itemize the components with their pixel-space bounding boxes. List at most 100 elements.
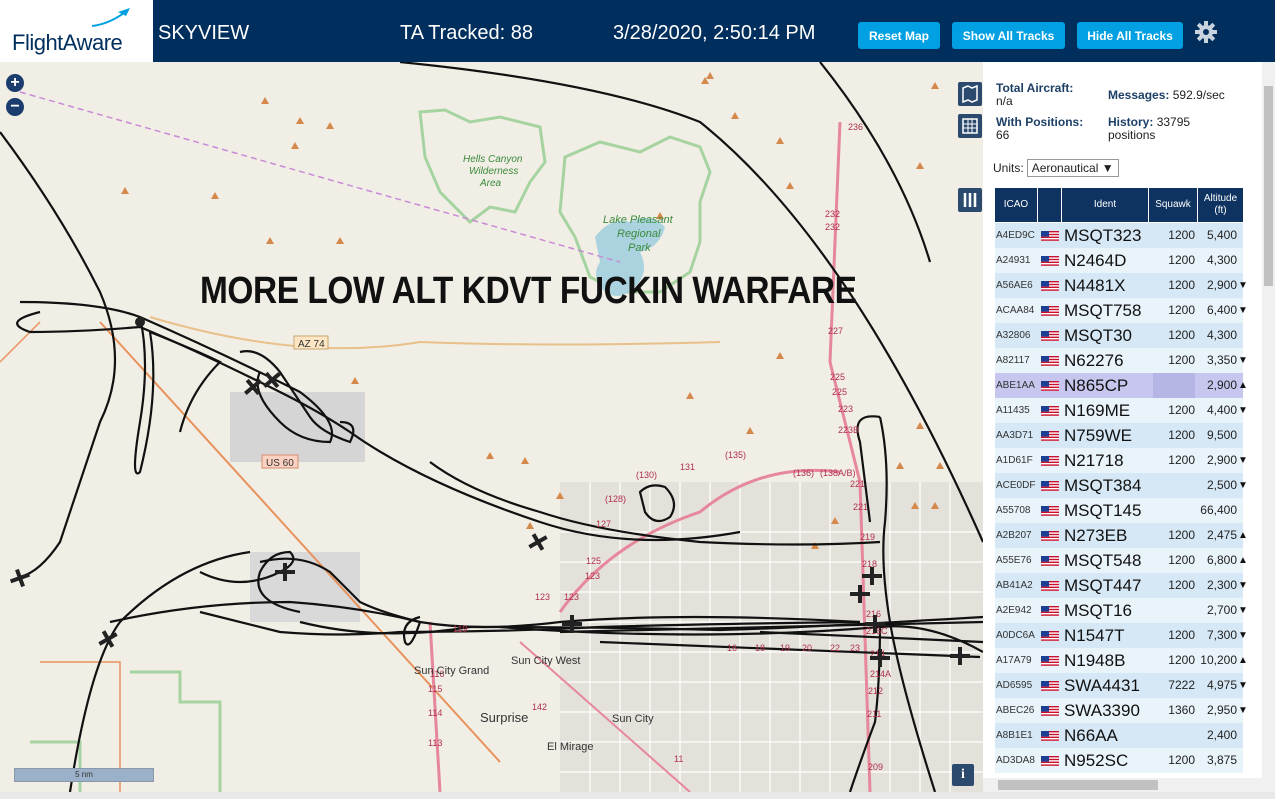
table-row[interactable]: A2E942 MSQT16 2,700 ▼	[995, 598, 1248, 624]
table-row[interactable]: ABEC26 SWA3390 1360 2,950 ▼	[995, 698, 1248, 724]
us-flag-icon	[1041, 231, 1059, 241]
svg-text:115: 115	[428, 684, 442, 694]
svg-text:Regional: Regional	[617, 228, 661, 240]
flightaware-logo[interactable]: FlightAware	[0, 0, 153, 62]
svg-text:131: 131	[680, 462, 695, 472]
altitude-cell: 4,400	[1206, 403, 1237, 417]
svg-text:18: 18	[755, 643, 765, 653]
col-altitude[interactable]: Altitude (ft)	[1198, 188, 1244, 222]
table-row[interactable]: AA3D71 N759WE 1200 9,500	[995, 423, 1243, 449]
svg-text:123: 123	[535, 592, 550, 602]
units-select[interactable]: Aeronautical ▼	[1026, 159, 1119, 177]
table-row[interactable]: A0DC6A N1547T 1200 7,300 ▼	[995, 623, 1248, 649]
table-row[interactable]: A55708 MSQT145 66,400	[995, 498, 1243, 524]
svg-text:(136): (136)	[793, 468, 814, 478]
svg-text:Park: Park	[628, 242, 651, 254]
svg-text:125: 125	[586, 556, 601, 566]
svg-text:(138A/B): (138A/B)	[820, 468, 856, 478]
altitude-cell: 3,350	[1206, 353, 1237, 367]
table-row[interactable]: A11435 N169ME 1200 4,400 ▼	[995, 398, 1248, 424]
ident-cell: N21718	[1064, 451, 1124, 470]
svg-text:(135): (135)	[725, 450, 746, 460]
svg-text:23: 23	[850, 643, 860, 653]
squawk-cell: 1200	[1168, 653, 1195, 667]
horizontal-scroll-thumb[interactable]	[998, 780, 1158, 790]
ident-cell: MSQT758	[1064, 301, 1142, 320]
table-row[interactable]: ABE1AA N865CP 2,900 ▲	[995, 373, 1248, 399]
table-row[interactable]: A32806 MSQT30 1200 4,300	[995, 323, 1243, 349]
show-all-tracks-button[interactable]: Show All Tracks	[952, 22, 1065, 49]
squawk-cell: 1200	[1168, 553, 1195, 567]
table-row[interactable]: AD6595 SWA4431 7222 4,975 ▼	[995, 673, 1248, 699]
table-row[interactable]: AD3DA8 N952SC 1200 3,875	[995, 748, 1243, 774]
table-row[interactable]: A2B207 N273EB 1200 2,475 ▲	[995, 523, 1248, 549]
us-flag-icon	[1041, 556, 1059, 566]
climb-indicator: ▼	[1238, 405, 1248, 416]
svg-text:(128): (128)	[605, 494, 626, 504]
col-squawk[interactable]: Squawk	[1149, 188, 1198, 222]
hells-canyon-label: Hells Canyon	[463, 154, 523, 165]
reset-map-button[interactable]: Reset Map	[858, 22, 940, 49]
table-row[interactable]: A1D61F N21718 1200 2,900 ▼	[995, 448, 1248, 474]
svg-text:232: 232	[825, 222, 840, 232]
gear-icon[interactable]	[1194, 20, 1218, 44]
ident-cell: N4481X	[1064, 276, 1126, 295]
svg-text:223: 223	[838, 404, 853, 414]
climb-indicator: ▼	[1238, 580, 1248, 591]
map-layer-icon[interactable]	[958, 82, 982, 106]
us-flag-icon	[1041, 731, 1059, 741]
squawk-cell: 1200	[1168, 303, 1195, 317]
ident-cell: MSQT548	[1064, 551, 1142, 570]
county-boundary	[19, 91, 621, 263]
ident-cell: N273EB	[1064, 526, 1128, 545]
with-positions: With Positions: 66	[996, 115, 1084, 142]
columns-icon[interactable]	[958, 188, 982, 212]
us-flag-icon	[1041, 456, 1059, 466]
zoom-in-button[interactable]: +	[6, 74, 24, 92]
svg-text:119: 119	[453, 624, 467, 634]
svg-text:16: 16	[727, 643, 737, 653]
table-row[interactable]: A82117 N62276 1200 3,350 ▼	[995, 348, 1248, 374]
ident-cell: MSQT323	[1064, 226, 1142, 245]
table-row[interactable]: AB41A2 MSQT447 1200 2,300 ▼	[995, 573, 1248, 599]
table-row[interactable]: A8B1E1 N66AA 2,400	[995, 723, 1243, 749]
us-flag-icon	[1041, 681, 1059, 691]
icao-cell: A8B1E1	[996, 730, 1033, 741]
squawk-cell: 1200	[1168, 403, 1195, 417]
map-canvas[interactable]: 236 232 232 227 225 225 223 223B 221 221 219 218…	[0, 62, 983, 792]
bottom-bar	[0, 792, 1275, 799]
altitude-cell: 2,400	[1206, 728, 1237, 742]
icao-cell: A1D61F	[996, 455, 1033, 466]
svg-text:236: 236	[848, 122, 863, 132]
altitude-cell: 66,400	[1200, 503, 1237, 517]
table-row[interactable]: A56AE6 N4481X 1200 2,900 ▼	[995, 273, 1248, 299]
table-row[interactable]: A17A79 N1948B 1200 10,200 ▲	[995, 648, 1248, 674]
table-row[interactable]: A24931 N2464D 1200 4,300	[995, 248, 1243, 274]
icao-cell: ACAA84	[996, 305, 1035, 316]
icao-cell: A2B207	[996, 530, 1032, 541]
ident-cell: N2464D	[1064, 251, 1127, 270]
col-icao[interactable]: ICAO	[995, 188, 1038, 222]
grid-icon[interactable]	[958, 114, 982, 138]
svg-text:123: 123	[585, 571, 600, 581]
app-title: SKYVIEW	[158, 22, 250, 44]
squawk-cell	[1153, 723, 1195, 748]
info-button[interactable]: i	[952, 764, 974, 786]
zoom-out-button[interactable]: −	[6, 98, 24, 116]
svg-text:Sun City: Sun City	[612, 713, 654, 725]
col-ident[interactable]: Ident	[1062, 188, 1149, 222]
svg-text:Lake Pleasant: Lake Pleasant	[603, 214, 674, 226]
ident-cell: N1547T	[1064, 626, 1125, 645]
icao-cell: A24931	[996, 255, 1031, 266]
map-view[interactable]: 236 232 232 227 225 225 223 223B 221 221 219 218…	[0, 62, 983, 792]
us-flag-icon	[1041, 506, 1059, 516]
hide-all-tracks-button[interactable]: Hide All Tracks	[1077, 22, 1183, 49]
table-row[interactable]: A4ED9C MSQT323 1200 5,400	[995, 223, 1243, 249]
table-row[interactable]: A55E76 MSQT548 1200 6,800 ▲	[995, 548, 1248, 574]
squawk-cell	[1153, 473, 1195, 498]
vertical-scroll-thumb[interactable]	[1264, 86, 1273, 286]
table-row[interactable]: ACAA84 MSQT758 1200 6,400 ▼	[995, 298, 1248, 324]
col-flag[interactable]	[1038, 188, 1062, 222]
table-row[interactable]: ACE0DF MSQT384 2,500 ▼	[995, 473, 1248, 499]
ident-cell: SWA4431	[1064, 676, 1140, 695]
